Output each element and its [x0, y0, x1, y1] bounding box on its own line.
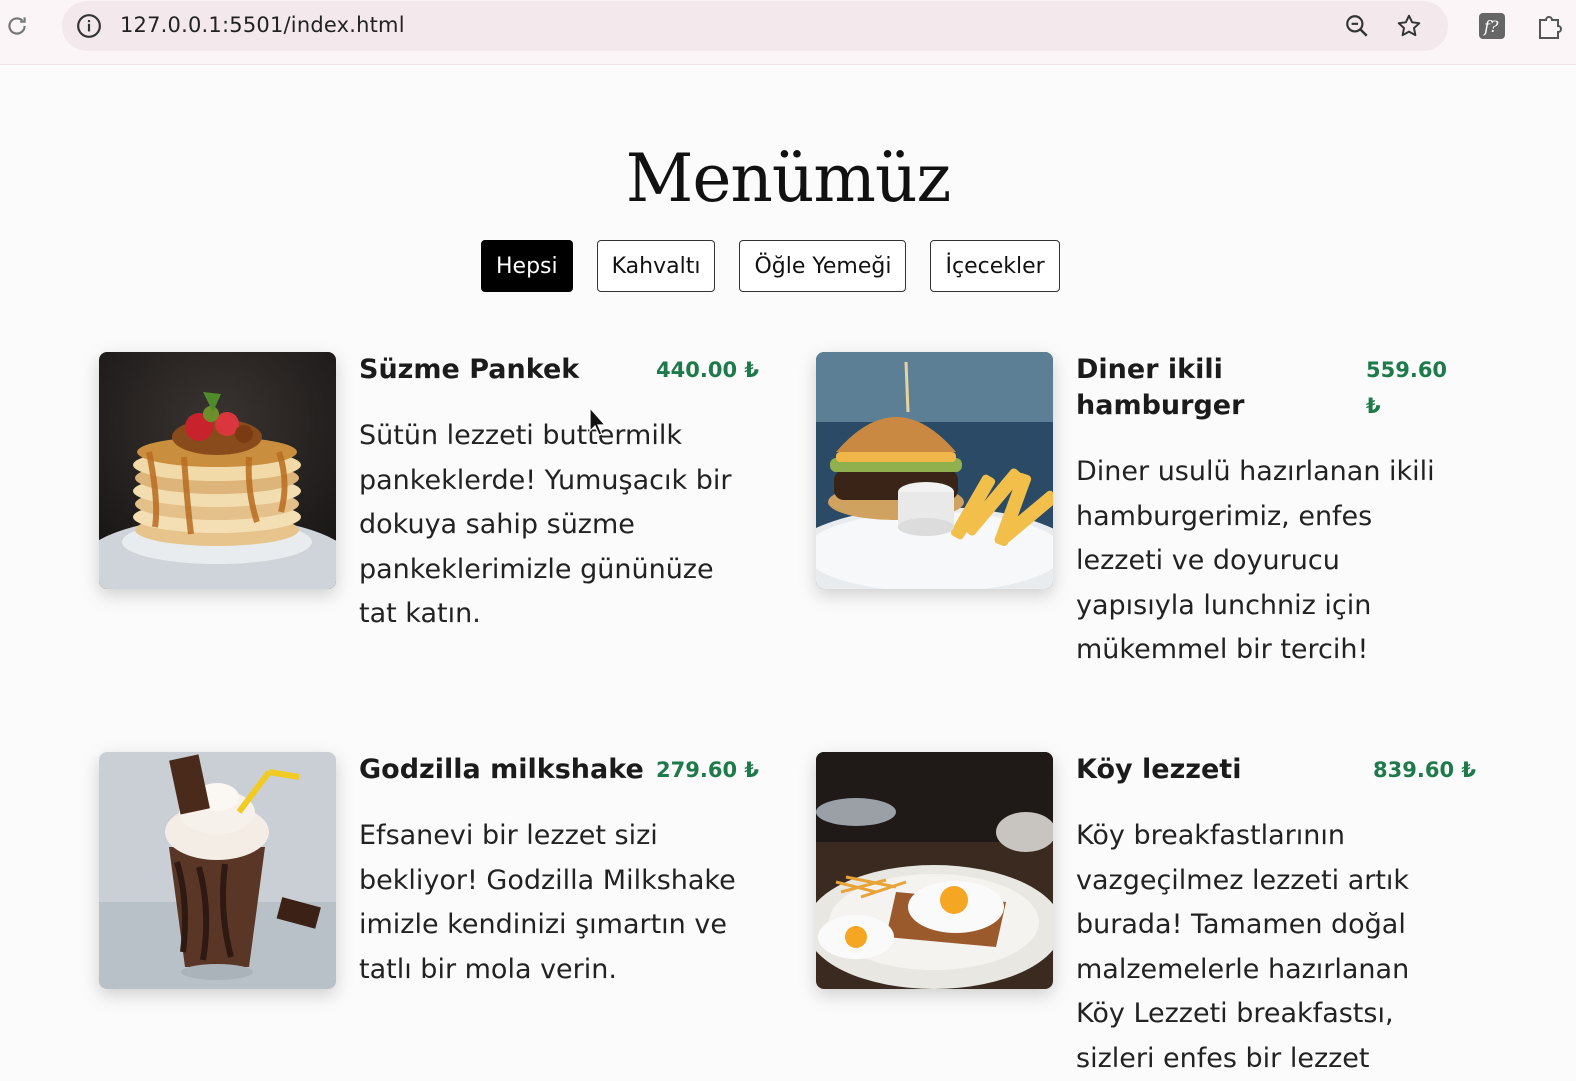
- menu-item-info: Godzilla milkshake 279.60 ₺ Efsanevi bir…: [359, 752, 759, 992]
- zoom-icon[interactable]: [1344, 13, 1370, 39]
- item-name: Köy lezzeti: [1076, 754, 1242, 785]
- item-price: 279.60 ₺: [656, 758, 759, 782]
- item-description: Efsanevi bir lezzet sizi bekliyor! Godzi…: [359, 820, 736, 985]
- bookmark-star-icon[interactable]: [1396, 13, 1422, 39]
- reload-icon[interactable]: [4, 13, 30, 39]
- filter-lunch-button[interactable]: Öğle Yemeği: [739, 240, 907, 292]
- item-price: 440.00 ₺: [656, 358, 759, 382]
- item-name: Godzilla milkshake: [359, 754, 644, 785]
- svg-text:f?: f?: [1483, 17, 1499, 36]
- menu-item-info: Köy lezzeti 839.60 ₺ Köy breakfastlarını…: [1076, 752, 1476, 1081]
- menu-item-info: Süzme Pankek 440.00 ₺ Sütün lezzeti butt…: [359, 352, 759, 637]
- page-title: Menümüz: [625, 140, 952, 217]
- filter-drinks-button[interactable]: İçecekler: [930, 240, 1060, 292]
- pancake-stack-photo: [99, 352, 336, 589]
- browser-toolbar: 127.0.0.1:5501/index.html f?: [0, 0, 1576, 65]
- category-filters: Hepsi Kahvaltı Öğle Yemeği İçecekler: [481, 240, 1060, 292]
- item-name: Diner ikili hamburger: [1076, 354, 1245, 421]
- filter-all-button[interactable]: Hepsi: [481, 240, 573, 292]
- item-name: Süzme Pankek: [359, 354, 580, 385]
- chocolate-milkshake-photo: [99, 752, 336, 989]
- burger-fries-photo: [816, 352, 1053, 589]
- item-description: Diner usulü hazırlanan ikili hamburgerim…: [1076, 456, 1435, 665]
- item-description: Sütün lezzeti buttermilk pankeklerde! Yu…: [359, 420, 732, 629]
- extension-font-icon[interactable]: f?: [1478, 12, 1506, 40]
- item-price: 839.60 ₺: [1373, 758, 1476, 782]
- address-bar[interactable]: 127.0.0.1:5501/index.html: [62, 1, 1448, 51]
- mouse-cursor-icon: [589, 407, 607, 436]
- fried-eggs-breakfast-photo: [816, 752, 1053, 989]
- filter-breakfast-button[interactable]: Kahvaltı: [596, 240, 716, 292]
- menu-item-info: Diner ikili hamburger 559.60 ₺ Diner usu…: [1076, 352, 1476, 673]
- url-text[interactable]: 127.0.0.1:5501/index.html: [120, 13, 405, 37]
- site-info-icon[interactable]: [76, 13, 102, 39]
- extensions-puzzle-icon[interactable]: [1536, 12, 1566, 40]
- item-description: Köy breakfastlarının vazgeçilmez lezzeti…: [1076, 820, 1410, 1074]
- item-price: 559.60 ₺: [1366, 358, 1448, 418]
